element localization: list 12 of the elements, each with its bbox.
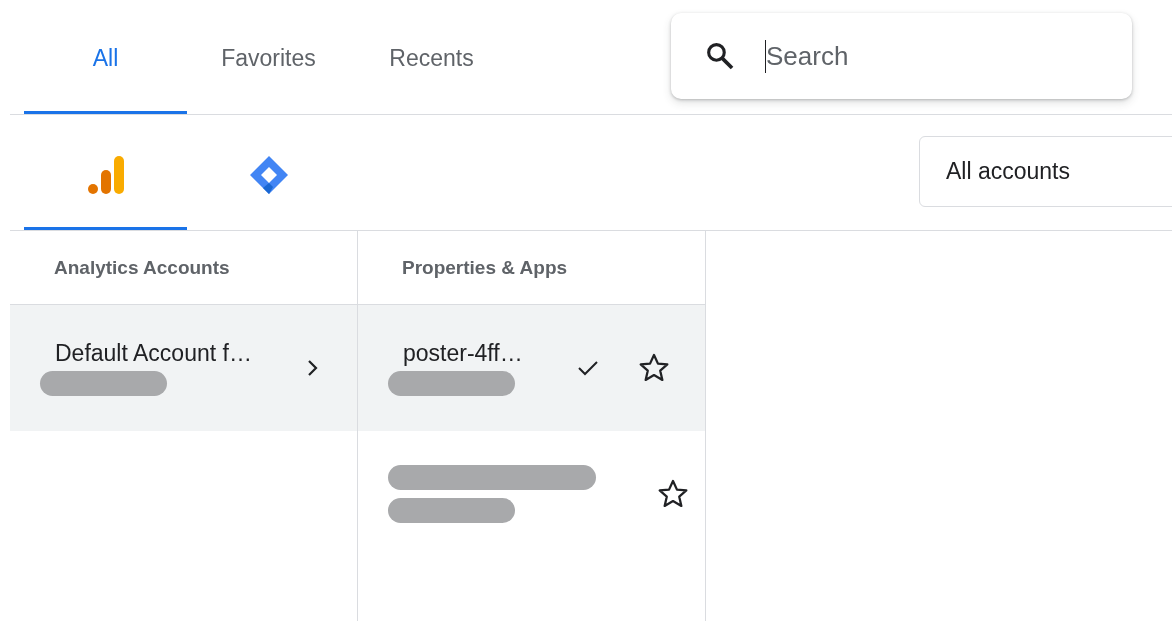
item-name: Default Account f… xyxy=(54,340,252,367)
column-heading: Analytics Accounts xyxy=(54,256,230,279)
account-dropdown[interactable]: All accounts xyxy=(919,136,1172,207)
list-item[interactable]: poster-4ff… xyxy=(358,305,705,431)
tab[interactable]: Favorites xyxy=(187,0,350,114)
tab[interactable]: Recents xyxy=(350,0,513,114)
tab[interactable]: All xyxy=(24,0,187,114)
list-item[interactable]: Default Account f… xyxy=(10,305,357,431)
item-name: poster-4ff… xyxy=(402,340,523,367)
bar-chart-icon xyxy=(86,154,125,195)
chevron-right-icon xyxy=(307,359,319,377)
column-heading: Properties & Apps xyxy=(402,256,568,279)
